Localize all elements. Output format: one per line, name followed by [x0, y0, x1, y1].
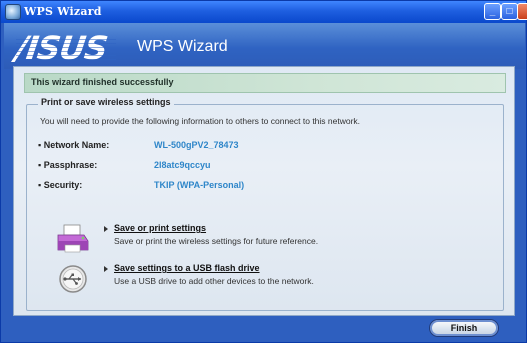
success-banner: This wizard finished successfully: [24, 73, 506, 93]
wps-wizard-window: WPS Wizard _ □ /ISUS WPS Wizard This wiz…: [0, 0, 527, 343]
group-legend: Print or save wireless settings: [38, 97, 174, 107]
network-name-label: ▪ Network Name:: [38, 140, 110, 150]
printer-icon[interactable]: [54, 223, 92, 253]
title-bar[interactable]: WPS Wizard _ □: [1, 1, 527, 23]
success-message: This wizard finished successfully: [31, 77, 174, 87]
usb-icon[interactable]: [54, 263, 92, 293]
header-title: WPS Wizard: [137, 38, 228, 55]
save-print-description: Save or print the wireless settings for …: [114, 236, 319, 246]
content-panel: This wizard finished successfully Print …: [13, 66, 515, 316]
passphrase-value: 2l8atc9qccyu: [154, 160, 211, 170]
arrow-icon: [104, 226, 108, 232]
close-icon: [518, 4, 527, 19]
save-print-link[interactable]: Save or print settings: [114, 223, 206, 233]
finish-label: Finish: [450, 323, 478, 333]
wizard-header: /ISUS WPS Wizard: [4, 23, 525, 69]
network-name-value: WL-500gPV2_78473: [154, 140, 239, 150]
arrow-icon: [104, 266, 108, 272]
save-usb-link[interactable]: Save settings to a USB flash drive: [114, 263, 260, 273]
security-label: ▪ Security:: [38, 180, 83, 190]
window-title: WPS Wizard: [24, 5, 102, 18]
save-usb-description: Use a USB drive to add other devices to …: [114, 276, 314, 286]
app-icon: [5, 4, 21, 20]
close-button[interactable]: [517, 3, 527, 20]
minimize-icon: _: [489, 6, 496, 17]
passphrase-label: ▪ Passphrase:: [38, 160, 98, 170]
finish-button[interactable]: Finish: [429, 319, 499, 337]
maximize-icon: □: [506, 6, 513, 17]
maximize-button[interactable]: □: [501, 3, 518, 20]
asus-logo: /ISUS: [13, 29, 110, 67]
intro-text: You will need to provide the following i…: [40, 116, 361, 126]
security-value: TKIP (WPA-Personal): [154, 180, 245, 190]
minimize-button[interactable]: _: [484, 3, 501, 20]
